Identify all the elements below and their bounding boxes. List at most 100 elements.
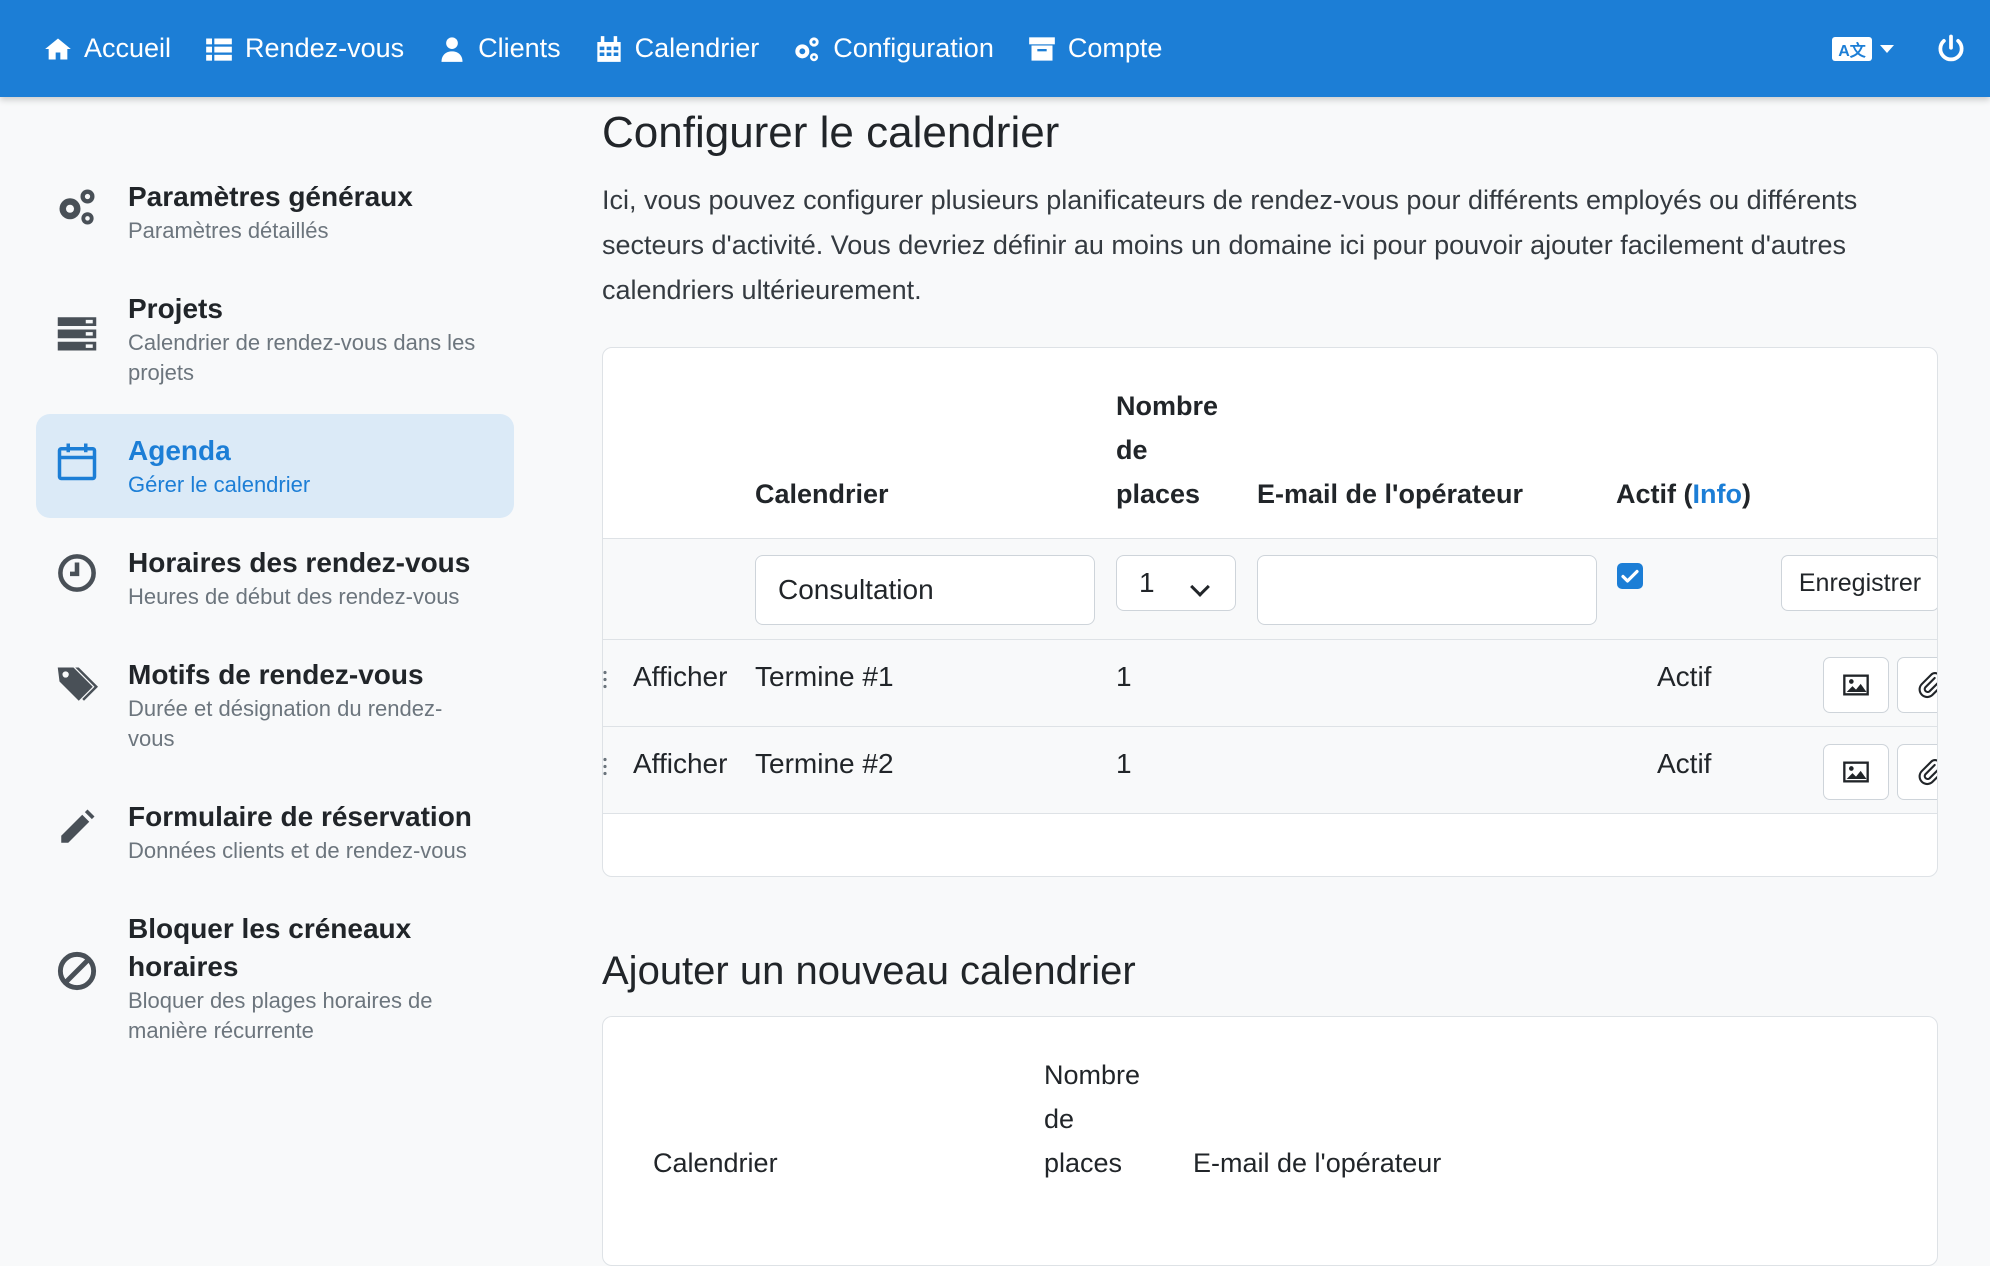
col-header-email: E-mail de l'opérateur — [1257, 479, 1523, 509]
places-value: 1 — [1116, 748, 1132, 779]
sidebar-item-title: Formulaire de réservation — [128, 801, 472, 832]
top-navbar: Accueil Rendez-vous Clients Calendrier C… — [0, 0, 1990, 97]
paperclip-icon — [1918, 759, 1937, 786]
sidebar-item-subtitle: Calendrier de rendez-vous dans les proje… — [128, 330, 476, 385]
col-header-places-3: places — [1044, 1148, 1123, 1178]
main-content: Configurer le calendrier Ici, vous pouve… — [602, 108, 1938, 1266]
show-link[interactable]: Afficher — [633, 746, 727, 782]
nav-rendez-vous-label: Rendez-vous — [245, 33, 405, 63]
sidebar-item-bloquer[interactable]: Bloquer les créneaux horaires Bloquer de… — [36, 892, 514, 1064]
nav-calendrier-label: Calendrier — [634, 33, 760, 63]
col-header-places-2: de — [1044, 1104, 1075, 1134]
calendar-name-input[interactable]: Consultation — [755, 555, 1095, 625]
sidebar-item-subtitle: Durée et désignation du rendez-vous — [128, 696, 443, 751]
user-icon — [441, 36, 463, 62]
calendar-table-card: Calendrier Nombre de places E-mail de l'… — [602, 347, 1938, 877]
nav-accueil[interactable]: Accueil — [44, 33, 171, 64]
sidebar-item-subtitle: Données clients et de rendez-vous — [128, 838, 467, 863]
active-checkbox[interactable] — [1617, 563, 1643, 589]
nav-accueil-label: Accueil — [84, 33, 172, 63]
col-header-places-1: Nombre — [1116, 391, 1219, 421]
clock-icon — [58, 554, 96, 592]
image-button[interactable] — [1823, 657, 1889, 713]
attachment-button[interactable] — [1897, 744, 1937, 800]
chevron-down-icon — [1880, 44, 1894, 53]
sidebar-item-parametres[interactable]: Paramètres généraux Paramètres détaillés — [36, 160, 514, 264]
calendar-icon — [597, 35, 621, 62]
show-link[interactable]: Afficher — [633, 659, 727, 695]
sidebar-item-title: Agenda — [128, 435, 231, 466]
nav-clients-label: Clients — [478, 33, 561, 63]
nav-compte-label: Compte — [1067, 33, 1163, 63]
calendar-name-value: Consultation — [778, 574, 934, 605]
nav-compte[interactable]: Compte — [1028, 33, 1163, 64]
sidebar-item-agenda[interactable]: Agenda Gérer le calendrier — [36, 414, 514, 518]
nav-configuration-label: Configuration — [833, 33, 994, 63]
sidebar-item-motifs[interactable]: Motifs de rendez-vous Durée et désignati… — [36, 638, 514, 772]
drag-handle-icon[interactable] — [603, 669, 607, 691]
nav-clients[interactable]: Clients — [438, 33, 561, 64]
sidebar-item-subtitle: Gérer le calendrier — [128, 472, 311, 497]
nav-calendrier[interactable]: Calendrier — [595, 33, 760, 64]
col-header-email: E-mail de l'opérateur — [1193, 1148, 1442, 1178]
settings-sidebar: Paramètres généraux Paramètres détaillés… — [36, 160, 514, 1072]
status-text: Actif — [1657, 748, 1712, 779]
nav-rendez-vous[interactable]: Rendez-vous — [205, 33, 404, 64]
language-icon: A文 — [1832, 36, 1872, 61]
add-calendar-card: Calendrier Nombre de places E-mail de l'… — [602, 1016, 1938, 1266]
power-icon — [1938, 34, 1964, 61]
col-header-places-2: de — [1116, 435, 1148, 465]
places-value: 1 — [1116, 661, 1132, 692]
drag-handle-icon[interactable] — [603, 756, 607, 778]
nav-configuration[interactable]: Configuration — [793, 33, 994, 64]
page-intro: Ici, vous pouvez configurer plusieurs pl… — [602, 185, 1858, 305]
col-header-calendar: Calendrier — [653, 1148, 778, 1178]
info-link[interactable]: Info — [1693, 479, 1742, 509]
gears-icon — [59, 189, 95, 225]
divider — [603, 813, 1937, 814]
image-button[interactable] — [1823, 744, 1889, 800]
calendar-icon — [57, 443, 97, 481]
add-calendar-title: Ajouter un nouveau calendrier — [602, 949, 1136, 993]
col-header-active-suffix: ) — [1741, 479, 1751, 509]
image-icon — [1843, 674, 1869, 696]
places-select-value: 1 — [1139, 567, 1155, 598]
sidebar-item-title: Bloquer les créneaux horaires — [128, 913, 412, 982]
home-icon — [45, 38, 71, 59]
server-icon — [57, 317, 97, 351]
page-title: Configurer le calendrier — [602, 108, 1060, 157]
ban-icon — [57, 951, 97, 991]
sidebar-item-title: Projets — [128, 293, 223, 324]
calendar-name: Termine #1 — [755, 661, 894, 692]
sidebar-item-projets[interactable]: Projets Calendrier de rendez-vous dans l… — [36, 272, 514, 406]
operator-email-input[interactable] — [1257, 555, 1597, 625]
places-select[interactable]: 1 — [1116, 555, 1236, 611]
save-button[interactable]: Enregistrer — [1781, 555, 1937, 611]
check-icon — [1621, 569, 1639, 583]
pencil-icon — [61, 809, 95, 843]
col-header-places-1: Nombre — [1044, 1060, 1141, 1090]
sidebar-item-subtitle: Bloquer des plages horaires de manière r… — [128, 988, 433, 1043]
nav-right: A文 — [1832, 0, 1990, 97]
col-header-places-3: places — [1116, 479, 1201, 509]
gears-icon — [795, 36, 819, 61]
paperclip-icon — [1918, 672, 1937, 699]
sidebar-item-formulaire[interactable]: Formulaire de réservation Données client… — [36, 780, 514, 884]
sidebar-item-horaires[interactable]: Horaires des rendez-vous Heures de début… — [36, 526, 514, 630]
logout-button[interactable] — [1936, 34, 1990, 64]
list-icon — [206, 38, 232, 61]
sidebar-item-subtitle: Paramètres détaillés — [128, 218, 329, 243]
col-header-calendar: Calendrier — [755, 479, 889, 509]
tags-icon — [57, 667, 98, 701]
language-badge: A文 — [1838, 42, 1866, 60]
calendar-name: Termine #2 — [755, 748, 894, 779]
language-dropdown[interactable]: A文 — [1832, 36, 1894, 61]
image-icon — [1843, 761, 1869, 783]
col-header-active-prefix: Actif ( — [1616, 479, 1693, 509]
chevron-down-icon — [1190, 577, 1210, 597]
attachment-button[interactable] — [1897, 657, 1937, 713]
sidebar-item-title: Paramètres généraux — [128, 181, 413, 212]
sidebar-item-subtitle: Heures de début des rendez-vous — [128, 584, 460, 609]
archive-icon — [1029, 36, 1055, 61]
status-text: Actif — [1657, 661, 1712, 692]
